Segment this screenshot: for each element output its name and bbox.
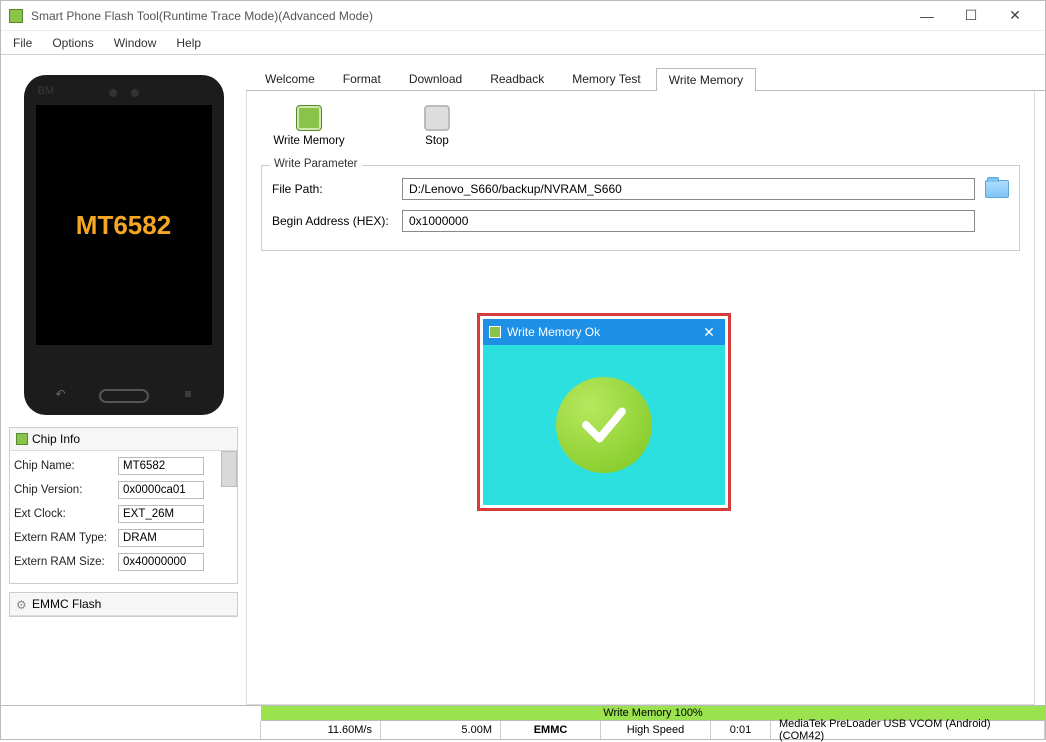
left-pane: BM MT6582 ↶ ≡ Chip Info Chip Name:MT6582… <box>1 55 246 705</box>
dialog-body <box>483 345 725 505</box>
phone-home-icon <box>99 389 149 403</box>
chip-version-value: 0x0000ca01 <box>118 481 204 499</box>
status-time: 0:01 <box>711 721 771 739</box>
chip-name-value: MT6582 <box>118 457 204 475</box>
phone-preview: BM MT6582 ↶ ≡ <box>24 75 224 415</box>
menubar: File Options Window Help <box>1 31 1045 55</box>
emmc-title: EMMC Flash <box>32 597 101 611</box>
chip-icon <box>16 433 28 445</box>
begin-address-input[interactable] <box>402 210 975 232</box>
chip-version-label: Chip Version: <box>14 484 118 496</box>
ext-clock-label: Ext Clock: <box>14 508 118 520</box>
file-path-label: File Path: <box>272 182 402 196</box>
chip-info-title: Chip Info <box>32 432 80 446</box>
chip-info-panel: Chip Info Chip Name:MT6582 Chip Version:… <box>9 427 238 584</box>
status-cells: 11.60M/s 5.00M EMMC High Speed 0:01 Medi… <box>1 721 1045 739</box>
write-parameter-group: Write Parameter File Path: Begin Address… <box>261 165 1020 251</box>
tab-memory-test[interactable]: Memory Test <box>559 67 653 90</box>
ram-size-label: Extern RAM Size: <box>14 556 118 568</box>
stop-icon <box>424 105 450 131</box>
success-check-icon <box>556 377 652 473</box>
emmc-header[interactable]: ⚙ EMMC Flash <box>10 593 237 616</box>
maximize-button[interactable]: ☐ <box>949 4 993 28</box>
chip-info-body: Chip Name:MT6582 Chip Version:0x0000ca01… <box>10 451 237 583</box>
status-size: 5.00M <box>381 721 501 739</box>
menu-help[interactable]: Help <box>168 34 209 52</box>
status-storage: EMMC <box>501 721 601 739</box>
menu-window[interactable]: Window <box>106 34 165 52</box>
toolbar: Write Memory Stop <box>261 101 1020 159</box>
param-legend: Write Parameter <box>270 158 362 170</box>
begin-address-label: Begin Address (HEX): <box>272 214 402 228</box>
dialog-title: Write Memory Ok <box>507 325 699 339</box>
tab-welcome[interactable]: Welcome <box>252 67 328 90</box>
stop-button[interactable]: Stop <box>397 105 477 147</box>
stop-label: Stop <box>425 135 449 147</box>
close-button[interactable]: ✕ <box>993 4 1037 28</box>
phone-brand: BM <box>38 85 55 97</box>
tab-readback[interactable]: Readback <box>477 67 557 90</box>
write-memory-icon <box>296 105 322 131</box>
tab-format[interactable]: Format <box>330 67 394 90</box>
status-speed: 11.60M/s <box>261 721 381 739</box>
emmc-panel: ⚙ EMMC Flash <box>9 592 238 617</box>
ext-clock-value: EXT_26M <box>118 505 204 523</box>
menu-options[interactable]: Options <box>44 34 101 52</box>
window-title: Smart Phone Flash Tool(Runtime Trace Mod… <box>31 9 905 23</box>
dialog-close-button[interactable]: ✕ <box>699 324 719 341</box>
browse-folder-icon[interactable] <box>985 180 1009 198</box>
titlebar: Smart Phone Flash Tool(Runtime Trace Mod… <box>1 1 1045 31</box>
window-controls: — ☐ ✕ <box>905 4 1037 28</box>
ram-size-value: 0x40000000 <box>118 553 204 571</box>
status-device: MediaTek PreLoader USB VCOM (Android) (C… <box>771 721 1045 739</box>
status-mode: High Speed <box>601 721 711 739</box>
chip-info-header[interactable]: Chip Info <box>10 428 237 451</box>
gear-icon: ⚙ <box>16 598 28 610</box>
ram-type-label: Extern RAM Type: <box>14 532 118 544</box>
tab-write-memory[interactable]: Write Memory <box>656 68 756 91</box>
phone-menu-icon: ≡ <box>184 387 191 401</box>
write-memory-label: Write Memory <box>273 135 344 147</box>
scrollbar-thumb[interactable] <box>221 451 237 487</box>
write-memory-ok-dialog: Write Memory Ok ✕ <box>477 313 731 511</box>
statusbar: Write Memory 100% 11.60M/s 5.00M EMMC Hi… <box>1 705 1045 739</box>
minimize-button[interactable]: — <box>905 4 949 28</box>
app-icon <box>9 9 23 23</box>
chip-name-label: Chip Name: <box>14 460 118 472</box>
tabs: Welcome Format Download Readback Memory … <box>246 63 1045 91</box>
ram-type-value: DRAM <box>118 529 204 547</box>
dialog-titlebar[interactable]: Write Memory Ok ✕ <box>483 319 725 345</box>
chip-display-text: MT6582 <box>76 210 171 241</box>
phone-back-icon: ↶ <box>56 387 66 401</box>
phone-screen: MT6582 <box>36 105 212 345</box>
app-window: Smart Phone Flash Tool(Runtime Trace Mod… <box>0 0 1046 740</box>
menu-file[interactable]: File <box>5 34 40 52</box>
file-path-input[interactable] <box>402 178 975 200</box>
write-memory-button[interactable]: Write Memory <box>269 105 349 147</box>
dialog-icon <box>489 326 501 338</box>
tab-download[interactable]: Download <box>396 67 475 90</box>
progress-text: Write Memory 100% <box>603 707 702 719</box>
